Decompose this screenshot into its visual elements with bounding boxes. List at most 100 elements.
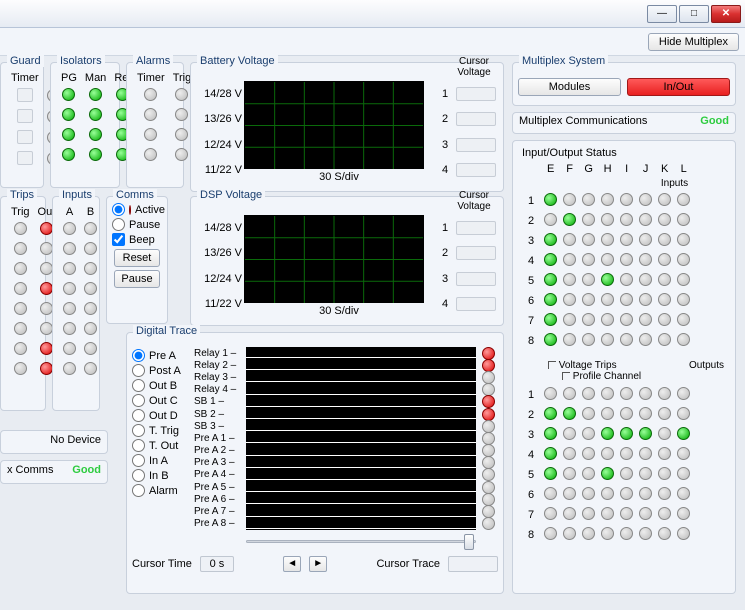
digital-radio-out-c[interactable]: Out C [132, 394, 194, 407]
io-led [601, 213, 614, 226]
io-led [544, 487, 557, 500]
comms-active-radio[interactable]: Active [112, 203, 162, 216]
io-led [639, 407, 652, 420]
inout-button[interactable]: In/Out [627, 78, 730, 96]
io-led [601, 293, 614, 306]
io-led [639, 467, 652, 480]
io-led [677, 447, 690, 460]
io-led [544, 447, 557, 460]
io-led [582, 467, 595, 480]
io-led [658, 213, 671, 226]
digital-radio-post-a[interactable]: Post A [132, 364, 194, 377]
io-led [677, 193, 690, 206]
io-led [620, 213, 633, 226]
io-led [658, 447, 671, 460]
io-led [563, 467, 576, 480]
io-led [563, 527, 576, 540]
io-led [601, 193, 614, 206]
trace-led [482, 371, 495, 384]
battery-title: Battery Voltage [197, 55, 278, 67]
io-led [563, 507, 576, 520]
io-led [658, 233, 671, 246]
io-led [658, 253, 671, 266]
x-comms-value: Good [72, 464, 101, 480]
io-led [620, 467, 633, 480]
alarms-panel: Alarms TimerTrig [126, 62, 184, 188]
io-led [620, 487, 633, 500]
io-led [677, 313, 690, 326]
inputs-title: Inputs [59, 189, 95, 201]
trace-led [482, 420, 495, 433]
io-led [544, 467, 557, 480]
comms-title: Comms [113, 189, 157, 201]
modules-button[interactable]: Modules [518, 78, 621, 96]
io-led [544, 427, 557, 440]
io-led [639, 233, 652, 246]
digital-trace-slider[interactable] [246, 534, 476, 550]
x-comms-label: x Comms [7, 464, 53, 480]
io-led [544, 507, 557, 520]
digital-radio-out-b[interactable]: Out B [132, 379, 194, 392]
io-led [601, 407, 614, 420]
hide-multiplex-button[interactable]: Hide Multiplex [648, 33, 739, 51]
io-led [677, 233, 690, 246]
digital-radio-pre-a[interactable]: Pre A [132, 349, 194, 362]
battery-scope [244, 81, 424, 169]
window-titlebar: — □ ✕ [0, 0, 745, 28]
window-close-button[interactable]: ✕ [711, 5, 741, 23]
io-led [658, 387, 671, 400]
io-led [620, 527, 633, 540]
io-led [582, 273, 595, 286]
digital-radio-t-trig[interactable]: T. Trig [132, 424, 194, 437]
digital-radio-in-a[interactable]: In A [132, 454, 194, 467]
io-led [639, 213, 652, 226]
cursor-next-button[interactable]: ► [309, 556, 327, 572]
io-led [658, 313, 671, 326]
trace-led [482, 493, 495, 506]
digital-radio-alarm[interactable]: Alarm [132, 484, 194, 497]
io-led [639, 313, 652, 326]
digital-radio-out-d[interactable]: Out D [132, 409, 194, 422]
io-led [601, 467, 614, 480]
io-led [620, 447, 633, 460]
comms-reset-button[interactable]: Reset [114, 249, 160, 267]
io-led [582, 333, 595, 346]
comms-pause-button[interactable]: Pause [114, 270, 160, 288]
digital-radio-t-out[interactable]: T. Out [132, 439, 194, 452]
io-led [601, 447, 614, 460]
trace-led [482, 408, 495, 421]
io-led [620, 233, 633, 246]
io-led [677, 293, 690, 306]
cursor-time-label: Cursor Time [132, 558, 192, 570]
io-led [639, 333, 652, 346]
comms-pause-radio[interactable]: Pause [112, 218, 162, 231]
cursor-time-value: 0 s [200, 556, 234, 572]
io-led [658, 487, 671, 500]
io-led [677, 467, 690, 480]
trace-led [482, 395, 495, 408]
io-led [658, 527, 671, 540]
io-status-panel: Input/Output Status EFGH IJKL Inputs 123… [512, 140, 736, 594]
comms-beep-checkbox[interactable]: Beep [112, 233, 162, 246]
dsp-voltage-panel: DSP Voltage 14/28 V13/26 V12/24 V11/22 V… [190, 196, 504, 326]
cursor-trace-label: Cursor Trace [376, 558, 440, 570]
x-comms-panel: x Comms Good [0, 460, 108, 484]
io-led [620, 407, 633, 420]
io-led [544, 407, 557, 420]
io-led [582, 293, 595, 306]
io-led [658, 427, 671, 440]
io-led [563, 447, 576, 460]
battery-ylabels: 14/28 V13/26 V12/24 V11/22 V [198, 81, 242, 183]
io-led [658, 193, 671, 206]
io-led [582, 507, 595, 520]
window-maximize-button[interactable]: □ [679, 5, 709, 23]
io-led [582, 427, 595, 440]
digital-radio-in-b[interactable]: In B [132, 469, 194, 482]
io-led [582, 487, 595, 500]
window-minimize-button[interactable]: — [647, 5, 677, 23]
io-led [563, 387, 576, 400]
io-led [563, 487, 576, 500]
io-led [582, 233, 595, 246]
cursor-prev-button[interactable]: ◄ [283, 556, 301, 572]
io-led [639, 193, 652, 206]
